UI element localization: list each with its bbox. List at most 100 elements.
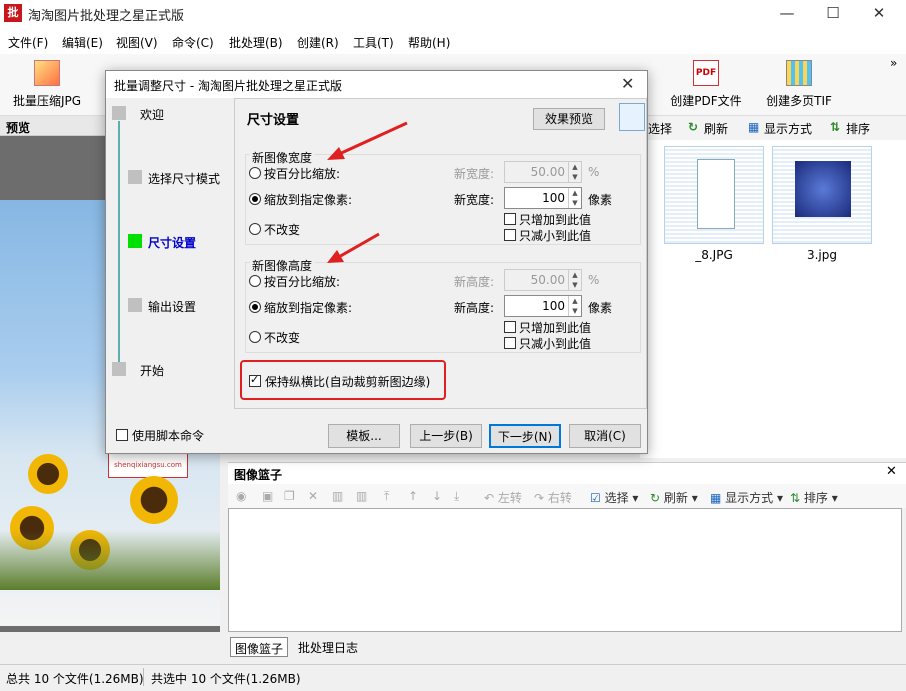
basket-sort-label: 排序 — [803, 491, 828, 505]
width-only-increase-label: 只增加到此值 — [519, 213, 592, 227]
menu-create[interactable]: 创建(R) — [297, 34, 339, 51]
thumbnail-label: _8.JPG — [695, 248, 733, 262]
rotate-right-button[interactable]: ↷ 右转 — [534, 489, 572, 506]
rotate-left-button[interactable]: ↶ 左转 — [484, 489, 522, 506]
sort-dropdown[interactable]: 排序 — [846, 120, 870, 137]
move-top-icon[interactable]: ⤒ — [384, 489, 389, 504]
create-pdf-button[interactable]: PDF 创建PDF文件 — [668, 54, 744, 114]
refresh-icon: ↻ — [688, 120, 699, 134]
height-pixels-label: 缩放到指定像素: — [264, 301, 353, 315]
annotation-arrow-icon — [327, 232, 380, 263]
height-only-decrease-checkbox[interactable] — [504, 337, 516, 349]
move-down-icon[interactable]: ↓ — [432, 489, 442, 503]
display-mode-dropdown[interactable]: 显示方式 — [764, 120, 812, 137]
width-pixels-label: 缩放到指定像素: — [264, 193, 353, 207]
save-icon[interactable]: ▣ — [262, 489, 273, 503]
thumbnail[interactable] — [772, 146, 872, 244]
move-bottom-icon[interactable]: ⤓ — [454, 489, 459, 504]
prev-button[interactable]: 上一步(B) — [410, 424, 482, 448]
height-only-increase-checkbox[interactable] — [504, 321, 516, 333]
step-marker — [112, 362, 126, 376]
step-welcome[interactable]: 欢迎 — [140, 106, 164, 123]
basket-display-dropdown[interactable]: ▦ 显示方式 ▾ — [710, 489, 783, 506]
browser-toolbar: 选择 ↻ 刷新 ▦ 显示方式 ⇅ 排序 — [640, 116, 906, 140]
cancel-button[interactable]: 取消(C) — [569, 424, 641, 448]
basket-display-label: 显示方式 — [725, 491, 774, 505]
dialog-close-icon[interactable]: ✕ — [621, 74, 634, 93]
width-percent-radio[interactable] — [249, 167, 261, 179]
height-percent-unit: % — [588, 273, 600, 287]
move-up-icon[interactable]: ↑ — [408, 489, 418, 503]
create-tif-button[interactable]: 创建多页TIF — [762, 54, 836, 114]
menu-file[interactable]: 文件(F) — [8, 34, 48, 51]
close-button[interactable]: ✕ — [856, 0, 902, 28]
width-pixel-field-label: 新宽度: — [454, 193, 495, 207]
height-pixels-radio[interactable] — [249, 301, 261, 313]
wizard-steps: 欢迎 选择尺寸模式 尺寸设置 输出设置 开始 — [106, 98, 234, 416]
width-only-decrease-checkbox[interactable] — [504, 229, 516, 241]
keep-aspect-checkbox[interactable] — [249, 373, 261, 387]
width-pixels-radio[interactable] — [249, 193, 261, 205]
maximize-button[interactable]: ☐ — [810, 0, 856, 28]
width-percent-value: 50.00 — [530, 165, 565, 179]
width-none-radio[interactable] — [249, 223, 261, 235]
tab-batch-log[interactable]: 批处理日志 — [294, 637, 362, 657]
width-pixel-unit: 像素 — [588, 193, 613, 207]
refresh-button[interactable]: 刷新 — [704, 120, 728, 137]
height-group-title: 新图像高度 — [250, 257, 315, 274]
spin-arrows-icon[interactable]: ▲ ▼ — [568, 296, 581, 316]
window-title: 淘淘图片批处理之星正式版 — [28, 9, 185, 24]
step-select-mode[interactable]: 选择尺寸模式 — [148, 170, 220, 187]
basket-list[interactable] — [228, 508, 902, 632]
compress-jpg-button[interactable]: 批量压缩JPG — [6, 54, 88, 114]
menu-help[interactable]: 帮助(H) — [408, 34, 450, 51]
toolbar-overflow-icon[interactable]: » — [890, 56, 897, 70]
height-percent-input[interactable]: 50.00 ▲ ▼ — [504, 269, 582, 291]
jpg-icon — [34, 60, 60, 86]
menu-view[interactable]: 视图(V) — [116, 34, 158, 51]
basket-close-icon[interactable]: ✕ — [886, 464, 897, 479]
step-output-settings[interactable]: 输出设置 — [148, 298, 196, 315]
minimize-button[interactable]: — — [764, 0, 810, 28]
delete-icon[interactable]: ✕ — [308, 489, 318, 503]
height-percent-field-label: 新高度: — [454, 275, 495, 289]
select-dropdown[interactable]: 选择 — [648, 120, 672, 137]
create-tif-label: 创建多页TIF — [766, 94, 832, 108]
spin-arrows-icon[interactable]: ▲ ▼ — [568, 188, 581, 208]
use-script-checkbox[interactable] — [116, 429, 128, 441]
step-size-settings[interactable]: 尺寸设置 — [148, 234, 196, 251]
settings-panel: 尺寸设置 效果预览 新图像宽度 按百分比缩放: 缩放到指定像素: 不改变 新宽度… — [234, 98, 647, 409]
trash-icon[interactable]: ▥ — [332, 489, 343, 503]
basket-toolbar: ◉ ▣ ❐ ✕ ▥ ▥ ⤒ ↑ ↓ ⤓ ↶ 左转 ↷ 右转 ☑ 选择 ▾ ↻ 刷… — [228, 484, 906, 508]
height-pixel-input[interactable]: 100 ▲ ▼ — [504, 295, 582, 317]
width-pixel-input[interactable]: 100 ▲ ▼ — [504, 187, 582, 209]
width-group-title: 新图像宽度 — [250, 149, 315, 166]
template-button[interactable]: 模板... — [328, 424, 400, 448]
basket-select-dropdown[interactable]: ☑ 选择 ▾ — [590, 489, 638, 506]
height-percent-radio[interactable] — [249, 275, 261, 287]
menu-batch[interactable]: 批处理(B) — [229, 34, 283, 51]
rotate-left-label: 左转 — [497, 491, 522, 505]
basket-header: 图像篮子 — [228, 462, 906, 484]
step-start[interactable]: 开始 — [140, 362, 164, 379]
tab-image-basket[interactable]: 图像篮子 — [230, 637, 289, 657]
width-only-increase-checkbox[interactable] — [504, 213, 516, 225]
spin-arrows-icon[interactable]: ▲ ▼ — [568, 162, 581, 182]
basket-refresh-button[interactable]: ↻ 刷新 ▾ — [650, 489, 698, 506]
basket-refresh-label: 刷新 — [663, 491, 688, 505]
eye-icon[interactable]: ◉ — [236, 489, 246, 503]
trash-all-icon[interactable]: ▥ — [356, 489, 367, 503]
basket-sort-dropdown[interactable]: ⇅ 排序 ▾ — [790, 489, 838, 506]
next-button[interactable]: 下一步(N) — [489, 424, 561, 448]
width-percent-input[interactable]: 50.00 ▲ ▼ — [504, 161, 582, 183]
menu-edit[interactable]: 编辑(E) — [62, 34, 103, 51]
effect-preview-button[interactable]: 效果预览 — [533, 108, 605, 130]
thumbnail[interactable] — [664, 146, 764, 244]
height-percent-value: 50.00 — [530, 273, 565, 287]
menu-command[interactable]: 命令(C) — [172, 34, 214, 51]
menu-tools[interactable]: 工具(T) — [353, 34, 394, 51]
copy-icon[interactable]: ❐ — [284, 489, 295, 503]
width-pixel-value: 100 — [542, 191, 565, 205]
spin-arrows-icon[interactable]: ▲ ▼ — [568, 270, 581, 290]
height-none-radio[interactable] — [249, 331, 261, 343]
